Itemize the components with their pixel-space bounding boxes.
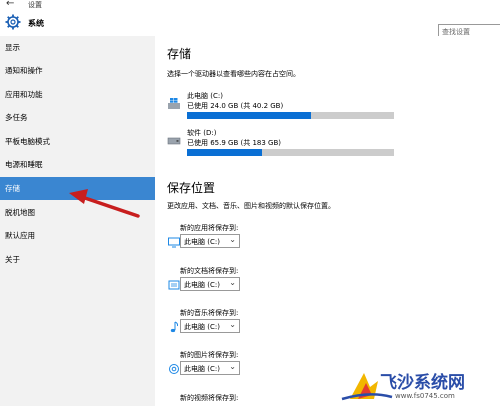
storage-description: 选择一个驱动器以查看哪些内容在占空间。 [167, 70, 300, 78]
save-location-documents-select[interactable]: 此电脑 (C:) ⌄ [180, 277, 240, 291]
camera-icon [169, 364, 179, 374]
drive-d[interactable]: 软件 (D:) 已使用 65.9 GB (共 183 GB) [167, 128, 407, 158]
save-location-apps-label: 新的应用将保存到: [180, 224, 239, 232]
drive-c[interactable]: 此电脑 (C:) 已使用 24.0 GB (共 40.2 GB) [167, 91, 407, 121]
drive-c-usage: 已使用 24.0 GB (共 40.2 GB) [187, 102, 284, 110]
drive-d-usage: 已使用 65.9 GB (共 183 GB) [187, 139, 281, 147]
hard-drive-icon [167, 137, 181, 145]
save-location-documents-value: 此电脑 (C:) [184, 281, 220, 289]
save-location-music-select[interactable]: 此电脑 (C:) ⌄ [180, 319, 240, 333]
save-location-pictures-label: 新的图片将保存到: [180, 351, 239, 359]
red-arrow-annotation [69, 189, 140, 218]
chevron-down-icon: ⌄ [229, 235, 236, 244]
watermark-url: www.fs0745.com [395, 392, 455, 400]
save-locations-heading: 保存位置 [167, 181, 216, 195]
storage-heading: 存储 [167, 47, 192, 61]
save-location-pictures-value: 此电脑 (C:) [184, 365, 220, 373]
drive-d-usage-bar [187, 149, 394, 156]
save-location-videos-label: 新的视频将保存到: [180, 394, 239, 402]
save-location-pictures-select[interactable]: 此电脑 (C:) ⌄ [180, 361, 240, 375]
drive-c-name: 此电脑 (C:) [187, 92, 223, 100]
drive-c-usage-bar [187, 112, 394, 119]
save-location-videos: 新的视频将保存到: [167, 393, 267, 406]
drive-d-usage-fill [187, 149, 262, 156]
save-location-apps-select[interactable]: 此电脑 (C:) ⌄ [180, 234, 240, 248]
save-location-music: 新的音乐将保存到: 此电脑 (C:) ⌄ [167, 308, 267, 336]
monitor-icon [168, 237, 180, 248]
music-note-icon [170, 321, 179, 333]
save-location-documents: 新的文档将保存到: 此电脑 (C:) ⌄ [167, 266, 267, 294]
document-icon [168, 280, 180, 290]
save-location-apps-value: 此电脑 (C:) [184, 238, 220, 246]
drive-d-name: 软件 (D:) [187, 129, 217, 137]
save-locations-description: 更改应用、文档、音乐、图片和视频的默认保存位置。 [167, 202, 335, 210]
save-location-pictures: 新的图片将保存到: 此电脑 (C:) ⌄ [167, 350, 267, 378]
chevron-down-icon: ⌄ [229, 362, 236, 371]
drive-c-usage-fill [187, 112, 312, 119]
save-location-music-value: 此电脑 (C:) [184, 323, 220, 331]
save-location-documents-label: 新的文档将保存到: [180, 267, 239, 275]
chevron-down-icon: ⌄ [229, 320, 236, 329]
windows-drive-icon [168, 98, 180, 109]
chevron-down-icon: ⌄ [229, 278, 236, 287]
main-panel: 存储 选择一个驱动器以查看哪些内容在占空间。 此电脑 (C:) 已使用 24.0… [155, 36, 500, 406]
sidebar-item-about[interactable]: 关于 [0, 248, 155, 271]
watermark-text: 飞沙系统网 [380, 373, 465, 393]
save-location-apps: 新的应用将保存到: 此电脑 (C:) ⌄ [167, 223, 267, 251]
save-location-music-label: 新的音乐将保存到: [180, 309, 239, 317]
